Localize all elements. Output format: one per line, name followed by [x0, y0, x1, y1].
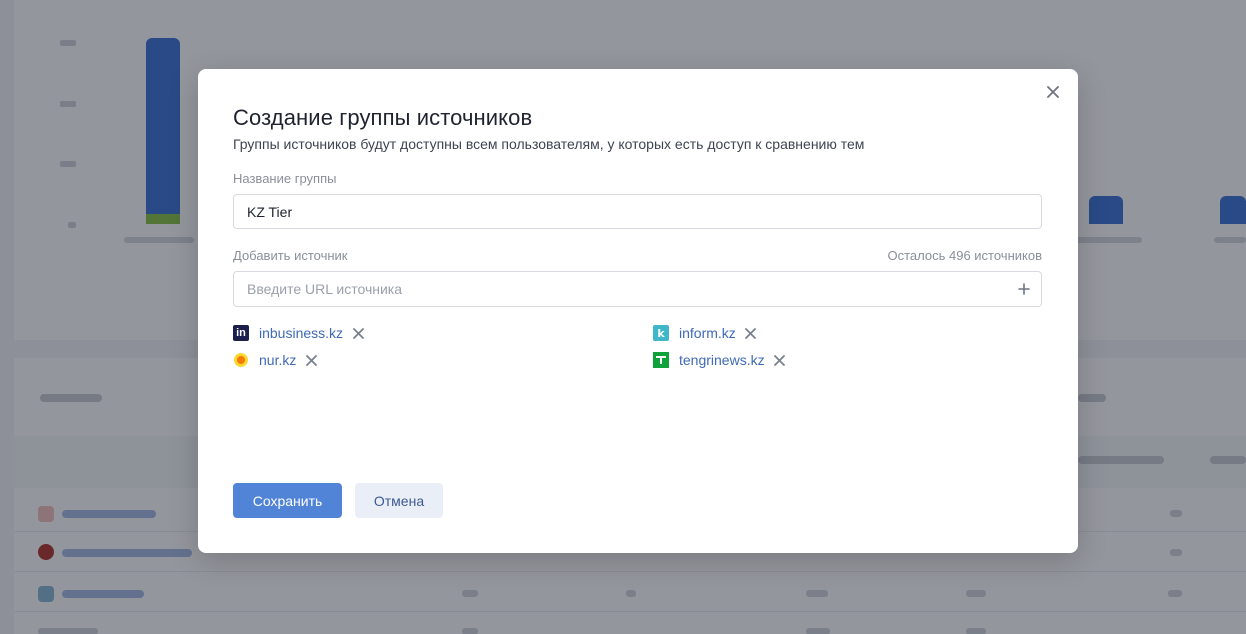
- close-icon: [774, 354, 785, 366]
- source-item: in inbusiness.kz: [233, 323, 365, 343]
- source-link[interactable]: inform.kz: [679, 325, 736, 341]
- inbusiness-logo-icon: in: [233, 325, 249, 341]
- cancel-button[interactable]: Отмена: [355, 483, 443, 518]
- create-source-group-dialog: Создание группы источников Группы источн…: [198, 69, 1078, 553]
- remove-source-button[interactable]: [304, 353, 318, 367]
- dialog-subtitle: Группы источников будут доступны всем по…: [233, 136, 865, 152]
- source-item: nur.kz: [233, 350, 318, 370]
- tengrinews-logo-icon: [653, 352, 669, 368]
- source-url-field: [233, 271, 1042, 307]
- close-icon: [1047, 86, 1059, 98]
- close-button[interactable]: [1044, 83, 1062, 101]
- remove-source-button[interactable]: [351, 326, 365, 340]
- nur-logo-icon: [233, 352, 249, 368]
- remove-source-button[interactable]: [773, 353, 787, 367]
- source-link[interactable]: nur.kz: [259, 352, 296, 368]
- source-link[interactable]: inbusiness.kz: [259, 325, 343, 341]
- close-icon: [352, 327, 364, 339]
- source-item: k inform.kz: [653, 323, 758, 343]
- plus-icon: [1018, 283, 1030, 295]
- group-name-input[interactable]: [233, 194, 1042, 229]
- inform-logo-icon: k: [653, 325, 669, 341]
- group-name-label: Название группы: [233, 171, 337, 186]
- close-icon: [305, 354, 317, 366]
- source-link[interactable]: tengrinews.kz: [679, 352, 765, 368]
- dialog-title: Создание группы источников: [233, 105, 533, 130]
- close-icon: [745, 327, 757, 339]
- add-source-label: Добавить источник: [233, 248, 348, 263]
- source-url-input[interactable]: [234, 272, 1004, 306]
- add-source-button[interactable]: [1015, 280, 1033, 298]
- source-item: tengrinews.kz: [653, 350, 787, 370]
- remove-source-button[interactable]: [744, 326, 758, 340]
- save-button[interactable]: Сохранить: [233, 483, 342, 518]
- remaining-sources-count: Осталось 496 источников: [887, 248, 1043, 263]
